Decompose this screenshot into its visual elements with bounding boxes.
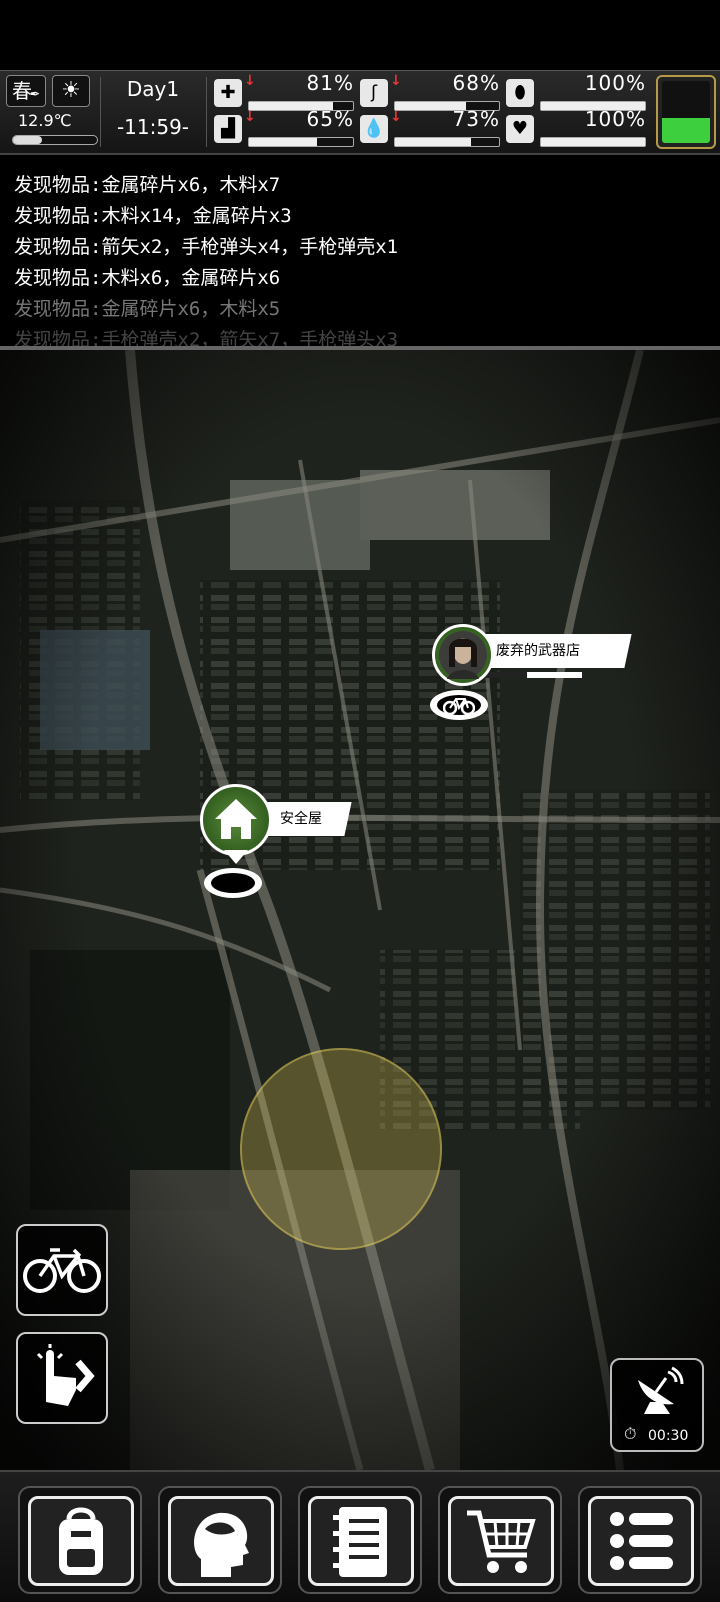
day-counter: Day1 xyxy=(126,77,180,101)
thirst-stat: 💧 ↓ 73% xyxy=(360,107,500,147)
log-line: 发现物品:金属碎片x6，木料x7 xyxy=(14,174,281,196)
location-label: 废弃的武器店 xyxy=(472,634,632,668)
water-drop-icon: 💧 xyxy=(360,115,388,143)
survivor-portrait-icon xyxy=(432,624,494,686)
brain-head-icon xyxy=(194,1512,249,1577)
city-map[interactable]: 废弃的武器店 安全屋 ⏱ 00:30 xyxy=(0,350,720,1470)
stamina-bar xyxy=(249,138,317,146)
log-line: 发现物品:手枪弹壳x2，箭矢x7，手枪弹头x3 xyxy=(14,329,399,348)
season-label: 春 xyxy=(11,79,32,103)
bicycle-icon xyxy=(23,1248,101,1293)
stomach-icon: ʃ xyxy=(360,79,388,107)
cart-icon xyxy=(467,1510,536,1573)
search-area-circle[interactable] xyxy=(240,1048,442,1250)
health-percent: 81% xyxy=(306,71,354,95)
mood-stat: ♥ 100% xyxy=(506,107,646,147)
mood-bar xyxy=(541,138,645,146)
location-base-ring xyxy=(204,868,262,898)
feather-icon: ✒ xyxy=(29,87,41,101)
hunger-stat: ʃ ↓ 68% xyxy=(360,71,500,111)
stamina-percent: 65% xyxy=(306,107,354,131)
notebook-icon xyxy=(333,1507,387,1577)
hunger-percent: 68% xyxy=(452,71,500,95)
sun-icon: ☀ xyxy=(52,75,90,107)
clock-icon: ⏱ xyxy=(624,1424,637,1443)
status-bar: 春✒ ☀ 12.9℃ Day1 -11:59- ✚ ↓ 81% ʃ ↓ 68% … xyxy=(0,70,720,155)
backpack-icon xyxy=(59,1507,103,1575)
pill-icon: ⬮ xyxy=(506,79,534,107)
shop-button[interactable] xyxy=(438,1486,562,1594)
medkit-icon: ✚ xyxy=(214,79,242,107)
satellite-dish-icon xyxy=(638,1366,684,1414)
battery-button[interactable] xyxy=(656,75,716,149)
log-line: 发现物品:木料x6，金属碎片x6 xyxy=(14,267,281,289)
bottom-nav xyxy=(0,1470,720,1602)
game-clock: -11:59- xyxy=(116,115,190,139)
satellite-map-image xyxy=(0,350,720,1470)
log-line: 发现物品:箭矢x2，手枪弹头x4，手枪弹壳x1 xyxy=(14,236,399,258)
mood-percent: 100% xyxy=(584,107,646,131)
backpack-button[interactable] xyxy=(18,1486,142,1594)
bicycle-travel-icon xyxy=(430,690,488,720)
radio-timer: 00:30 xyxy=(648,1428,689,1444)
thirst-percent: 73% xyxy=(452,107,500,131)
log-line: 发现物品:木料x14，金属碎片x3 xyxy=(14,205,292,227)
bicycle-button[interactable] xyxy=(16,1224,108,1316)
stamina-stat: ▟ ↓ 65% xyxy=(214,107,354,147)
heart-icon: ♥ xyxy=(506,115,534,143)
thirst-bar xyxy=(395,138,471,146)
menu-button[interactable] xyxy=(578,1486,702,1594)
location-name: 废弃的武器店 xyxy=(496,643,580,659)
journal-button[interactable] xyxy=(298,1486,422,1594)
decrease-arrow-icon: ↓ xyxy=(390,73,402,89)
list-menu-icon xyxy=(610,1512,673,1570)
temperature-gauge: 12.9℃ xyxy=(8,111,98,147)
temperature-fill xyxy=(13,136,43,144)
temperature-value: 12.9℃ xyxy=(18,111,72,130)
skills-button[interactable] xyxy=(158,1486,282,1594)
radio-scan-button[interactable]: ⏱ 00:30 xyxy=(610,1358,704,1452)
discovery-log[interactable]: 发现物品:金属碎片x6，木料x7 发现物品:木料x14，金属碎片x3 发现物品:… xyxy=(0,160,720,348)
decrease-arrow-icon: ↓ xyxy=(244,109,256,125)
explore-progress-track xyxy=(482,672,582,678)
boot-icon: ▟ xyxy=(214,115,242,143)
pill-percent: 100% xyxy=(584,71,646,95)
decrease-arrow-icon: ↓ xyxy=(390,109,402,125)
tap-hand-icon xyxy=(36,1344,95,1406)
battery-level xyxy=(662,118,710,143)
decrease-arrow-icon: ↓ xyxy=(244,73,256,89)
health-stat: ✚ ↓ 81% xyxy=(214,71,354,111)
log-line: 发现物品:金属碎片x6，木料x5 xyxy=(14,298,281,320)
interact-button[interactable] xyxy=(16,1332,108,1424)
location-name: 安全屋 xyxy=(280,811,322,827)
pill-stat: ⬮ 100% xyxy=(506,71,646,111)
pin-pointer xyxy=(224,850,248,864)
season-badge: 春✒ xyxy=(6,75,46,107)
house-icon xyxy=(200,784,272,856)
